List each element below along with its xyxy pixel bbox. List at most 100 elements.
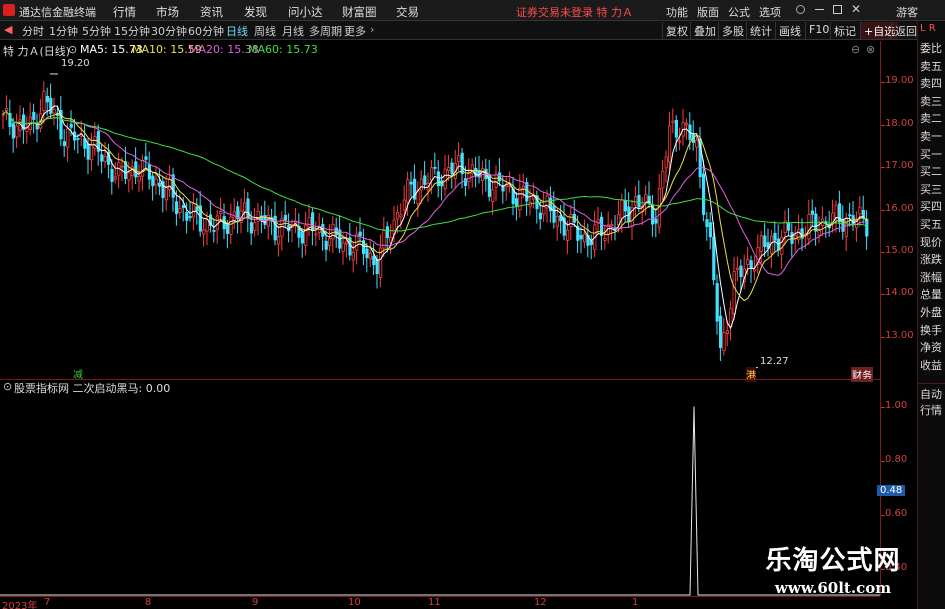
candle-body xyxy=(746,259,750,265)
minimize-icon[interactable] xyxy=(815,9,824,10)
candle-body xyxy=(685,122,689,126)
ma-settings-icon[interactable]: ⊙ xyxy=(68,43,77,56)
side-item[interactable]: 卖二 xyxy=(920,111,945,126)
tab-15min[interactable]: 15分钟 xyxy=(114,23,150,39)
app-logo-icon xyxy=(3,4,15,16)
candle-body xyxy=(212,230,216,232)
candle-body xyxy=(834,204,838,219)
tool-f10[interactable]: F10 xyxy=(805,22,832,39)
side-item[interactable]: 买一 xyxy=(920,147,945,162)
tool-diejia[interactable]: 叠加 xyxy=(690,22,719,39)
candle-body xyxy=(93,136,97,149)
candle-body xyxy=(229,216,233,235)
tool-tongji[interactable]: 统计 xyxy=(746,22,775,39)
side-item[interactable]: 买二 xyxy=(920,164,945,179)
chevron-right-icon[interactable]: › xyxy=(370,23,374,36)
tab-more[interactable]: 更多 xyxy=(344,23,366,39)
tool-duogu[interactable]: 多股 xyxy=(718,22,747,39)
price-tick-label: 13.00 xyxy=(885,329,914,341)
candle-body xyxy=(719,315,723,348)
menu-zixun[interactable]: 资讯 xyxy=(200,4,223,20)
side-item[interactable]: 买五 xyxy=(920,217,945,232)
indicator-settings-icon[interactable]: ⊙ xyxy=(3,380,12,393)
side-item[interactable]: 买三 xyxy=(920,182,945,197)
date-label: 1 xyxy=(632,597,639,608)
candle-body xyxy=(399,214,403,218)
menu-jiaoyi[interactable]: 交易 xyxy=(396,4,419,20)
candle-body xyxy=(538,212,543,220)
app-title: 通达信金融终端 xyxy=(19,6,96,19)
back-icon[interactable]: ◀ xyxy=(4,23,12,36)
menu-wenxiaoda[interactable]: 问小达 xyxy=(288,4,323,20)
menu-caifuquan[interactable]: 财富圈 xyxy=(342,4,377,20)
tool-biaoji[interactable]: 标记 xyxy=(830,22,859,39)
menu-banmian[interactable]: 版面 xyxy=(697,4,719,20)
candle-body xyxy=(157,182,162,187)
side-item[interactable]: 涨幅 xyxy=(920,270,945,285)
indicator-chart[interactable] xyxy=(0,393,880,596)
menu-youke[interactable]: 游客 xyxy=(896,4,918,20)
maximize-icon[interactable] xyxy=(833,5,842,14)
candle-body xyxy=(419,178,424,191)
indicator-tick xyxy=(881,460,885,462)
candle-body xyxy=(5,108,9,111)
side-item[interactable]: 卖三 xyxy=(920,94,945,109)
tab-multi-period[interactable]: 多周期 xyxy=(309,23,342,39)
side-item[interactable]: 买四 xyxy=(920,199,945,214)
side-item[interactable]: 卖五 xyxy=(920,59,945,74)
side-item[interactable]: 总量 xyxy=(920,287,945,302)
tab-weekly[interactable]: 周线 xyxy=(254,23,276,39)
close-panel-icon[interactable]: ⊗ xyxy=(866,43,875,56)
candle-body xyxy=(395,211,400,220)
candle-body xyxy=(11,123,15,139)
menu-xuanxiang[interactable]: 选项 xyxy=(759,4,781,20)
tool-huaxian[interactable]: 画线 xyxy=(775,22,804,39)
close-icon[interactable]: ✕ xyxy=(851,2,861,16)
side-item[interactable]: 收益 xyxy=(920,358,945,373)
login-warning[interactable]: 证券交易未登录 特 力Ａ xyxy=(516,4,633,20)
tab-30min[interactable]: 30分钟 xyxy=(151,23,187,39)
candle-body xyxy=(351,251,356,261)
tab-daily[interactable]: 日线 xyxy=(226,23,248,39)
candle-body xyxy=(739,265,743,278)
avatar-icon[interactable] xyxy=(796,5,805,14)
tab-1min[interactable]: 1分钟 xyxy=(49,23,78,39)
side-item[interactable]: 净资 xyxy=(920,340,945,355)
side-item[interactable]: 卖一 xyxy=(920,129,945,144)
tool-back[interactable]: 返回 xyxy=(891,22,920,39)
side-item[interactable]: 卖四 xyxy=(920,76,945,91)
menu-gongneng[interactable]: 功能 xyxy=(666,4,688,20)
candle-body xyxy=(603,237,607,241)
candle-body xyxy=(736,267,740,270)
quote-side-panel: L R 委比卖五卖四卖三卖二卖一买一买二买三买四买五现价涨跌涨幅总量外盘换手净资… xyxy=(917,21,945,609)
tool-fuquan[interactable]: 复权 xyxy=(662,22,691,39)
tab-fenshi[interactable]: 分时 xyxy=(22,23,44,39)
candlestick-chart[interactable] xyxy=(0,57,880,379)
menu-faxian[interactable]: 发现 xyxy=(244,4,267,20)
side-hangqing[interactable]: 行情 xyxy=(920,403,945,418)
side-item[interactable]: 现价 xyxy=(920,235,945,250)
side-auto[interactable]: 自动 xyxy=(920,387,945,402)
side-toggle-icon[interactable]: L R xyxy=(920,23,936,34)
candle-body xyxy=(372,255,376,266)
menu-gongshi[interactable]: 公式 xyxy=(728,4,750,20)
candle-body xyxy=(45,95,50,103)
indicator-line xyxy=(0,406,880,596)
indicator-tick-label: 0.80 xyxy=(885,453,908,465)
side-item[interactable]: 换手 xyxy=(920,323,945,338)
candle-body xyxy=(817,230,821,236)
menu-shichang[interactable]: 市场 xyxy=(156,4,179,20)
candle-body xyxy=(443,168,447,189)
side-item[interactable]: 外盘 xyxy=(920,305,945,320)
candle-body xyxy=(790,232,794,244)
side-divider xyxy=(918,383,945,384)
side-item[interactable]: 涨跌 xyxy=(920,252,945,267)
side-item[interactable]: 委比 xyxy=(920,41,945,56)
candle-body xyxy=(569,214,573,227)
tab-60min[interactable]: 60分钟 xyxy=(188,23,224,39)
tab-monthly[interactable]: 月线 xyxy=(282,23,304,39)
tab-5min[interactable]: 5分钟 xyxy=(82,23,111,39)
collapse-icon[interactable]: ⊖ xyxy=(851,43,860,56)
candle-body xyxy=(695,139,699,148)
menu-hangqing[interactable]: 行情 xyxy=(113,4,136,20)
